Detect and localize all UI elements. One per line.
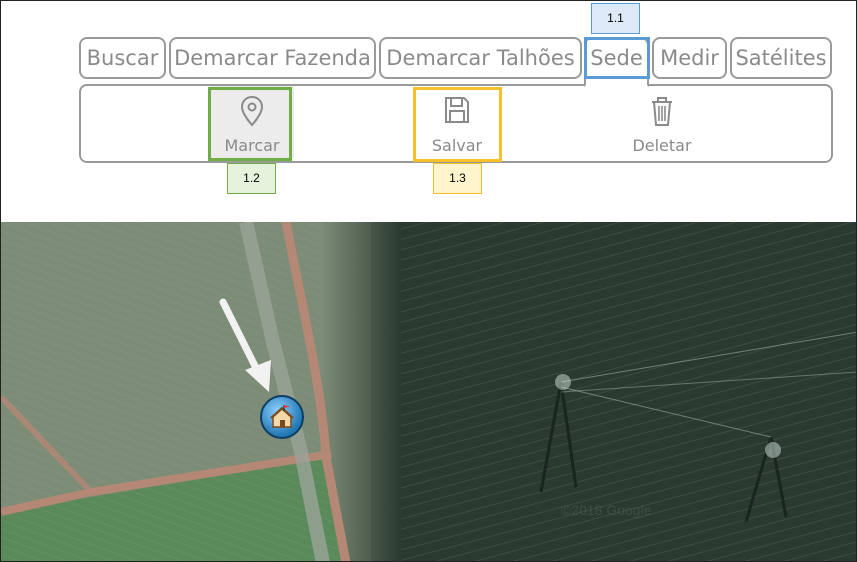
callout-tag-1-3: 1.3 xyxy=(433,163,482,194)
salvar-label: Salvar xyxy=(431,136,483,155)
floppy-disk-icon xyxy=(415,95,499,127)
app-frame: Buscar Demarcar Fazenda Demarcar Talhões… xyxy=(0,0,857,562)
house-flag-icon xyxy=(269,404,295,430)
satellite-imagery xyxy=(1,222,856,561)
marcar-button[interactable]: Marcar xyxy=(210,86,294,158)
tab-medir[interactable]: Medir xyxy=(652,37,727,79)
tab-sede[interactable]: Sede xyxy=(584,37,649,87)
salvar-button[interactable]: Salvar xyxy=(415,86,499,158)
tab-buscar[interactable]: Buscar xyxy=(79,37,166,79)
sede-marker[interactable] xyxy=(260,395,304,439)
marcar-label: Marcar xyxy=(224,136,280,155)
google-watermark: ©2018 Google xyxy=(561,502,652,518)
deletar-button[interactable]: Deletar xyxy=(620,86,704,158)
satellite-map[interactable]: ©2018 Google xyxy=(1,222,856,561)
callout-tag-1-1: 1.1 xyxy=(591,3,640,34)
deletar-label: Deletar xyxy=(632,136,692,155)
callout-tag-1-2: 1.2 xyxy=(227,163,276,194)
tab-satelites[interactable]: Satélites xyxy=(730,37,832,79)
trash-icon xyxy=(620,95,704,127)
tab-demarcar-talhoes[interactable]: Demarcar Talhões xyxy=(379,37,582,79)
sede-tool-panel: Marcar Salvar Deletar xyxy=(79,84,833,163)
tab-demarcar-fazenda[interactable]: Demarcar Fazenda xyxy=(169,37,376,79)
map-pin-icon xyxy=(210,95,294,127)
